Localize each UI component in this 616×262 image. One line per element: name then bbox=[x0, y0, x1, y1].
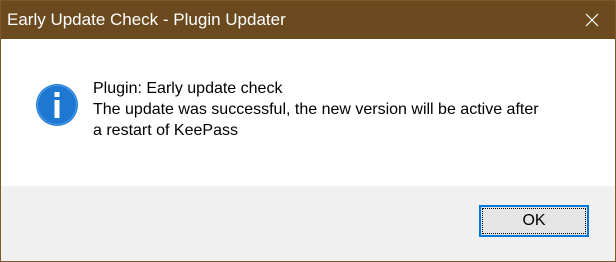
window-title: Early Update Check - Plugin Updater bbox=[7, 10, 286, 29]
ok-button[interactable]: OK bbox=[479, 205, 589, 237]
close-button[interactable] bbox=[569, 1, 615, 39]
dialog-footer: OK bbox=[1, 186, 615, 261]
close-icon bbox=[585, 13, 599, 27]
message-text: Plugin: Early update check The update wa… bbox=[93, 78, 593, 141]
message-line-status: The update was successful, the new versi… bbox=[93, 101, 539, 118]
dialog-window: Early Update Check - Plugin Updater Plug… bbox=[0, 0, 616, 262]
message-line-restart: a restart of KeePass bbox=[93, 122, 238, 139]
dialog-content: Plugin: Early update check The update wa… bbox=[1, 39, 615, 186]
title-bar[interactable]: Early Update Check - Plugin Updater bbox=[1, 1, 615, 39]
message-line-plugin: Plugin: Early update check bbox=[93, 80, 283, 97]
ok-button-label: OK bbox=[522, 212, 546, 229]
info-icon bbox=[36, 84, 78, 126]
